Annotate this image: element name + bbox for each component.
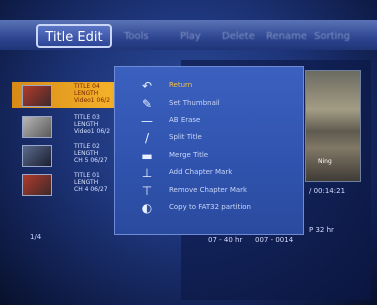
title-source: Video1 06/2 <box>74 128 111 135</box>
return-icon: ↶ <box>141 79 153 93</box>
remove-chapter-mark-icon: ⊤ <box>141 184 153 198</box>
title-length: LENGTH <box>74 121 99 128</box>
menu-item-return[interactable]: ↶ Return <box>115 79 305 95</box>
title-name: TITLE 02 <box>74 143 100 150</box>
title-date: 07 - 40 hr <box>208 236 243 244</box>
title-name: TITLE 04 <box>74 83 100 90</box>
ab-erase-icon: — <box>141 114 153 128</box>
preview-caption: Ning <box>318 158 332 165</box>
tab-play[interactable]: Play <box>180 31 201 42</box>
tab-tools[interactable]: Tools <box>124 31 149 42</box>
menu-item-remove-chapter-mark[interactable]: ⊤ Remove Chapter Mark <box>115 184 305 200</box>
menu-label-set-thumbnail: Set Thumbnail <box>169 99 220 107</box>
title-thumbnail <box>22 145 52 167</box>
set-thumbnail-icon: ✎ <box>141 97 153 111</box>
copy-fat32-icon: ◐ <box>141 201 153 215</box>
title-thumbnail <box>22 116 52 138</box>
title-extra: 007 - 0014 <box>255 236 294 244</box>
tab-delete[interactable]: Delete <box>222 31 255 42</box>
title-quality: P 32 hr <box>309 226 334 234</box>
tab-rename[interactable]: Rename <box>266 31 307 42</box>
title-source: CH 5 06/27 <box>74 157 108 164</box>
menu-label-merge-title: Merge Title <box>169 151 209 159</box>
title-thumbnail <box>22 85 52 107</box>
title-source: CH 4 06/27 <box>74 186 108 193</box>
menu-item-ab-erase[interactable]: — AB Erase <box>115 114 305 130</box>
title-length: LENGTH <box>74 179 99 186</box>
add-chapter-mark-icon: ⊥ <box>141 166 153 180</box>
title-name: TITLE 03 <box>74 114 100 121</box>
title-time: / 00:14:21 <box>309 187 346 195</box>
menu-label-add-chapter-mark: Add Chapter Mark <box>169 168 233 176</box>
menu-label-return: Return <box>169 81 193 89</box>
title-name: TITLE 01 <box>74 172 100 179</box>
title-thumbnail <box>22 174 52 196</box>
menu-label-copy-fat32: Copy to FAT32 partition <box>169 203 251 211</box>
page-indicator: 1/4 <box>30 233 42 241</box>
tab-sorting[interactable]: Sorting <box>314 31 350 42</box>
title-preview-image <box>305 70 361 182</box>
title-source: Video1 06/2 <box>74 97 111 104</box>
tab-title-edit[interactable]: Title Edit <box>36 24 112 48</box>
title-length: LENGTH <box>74 90 99 97</box>
menu-label-ab-erase: AB Erase <box>169 116 201 124</box>
title-edit-menu: ↶ Return ✎ Set Thumbnail — AB Erase / Sp… <box>114 66 304 235</box>
menu-item-merge-title[interactable]: ▬ Merge Title <box>115 149 305 165</box>
menu-item-add-chapter-mark[interactable]: ⊥ Add Chapter Mark <box>115 166 305 182</box>
merge-title-icon: ▬ <box>141 149 153 163</box>
menu-label-split-title: Split Title <box>169 133 202 141</box>
menu-label-remove-chapter-mark: Remove Chapter Mark <box>169 186 248 194</box>
dvr-screen: Title Edit Tools Play Delete Rename Sort… <box>0 0 377 305</box>
menu-item-split-title[interactable]: / Split Title <box>115 131 305 147</box>
split-title-icon: / <box>144 131 150 145</box>
menu-item-set-thumbnail[interactable]: ✎ Set Thumbnail <box>115 97 305 113</box>
title-length: LENGTH <box>74 150 99 157</box>
menu-item-copy-fat32[interactable]: ◐ Copy to FAT32 partition <box>115 201 305 217</box>
